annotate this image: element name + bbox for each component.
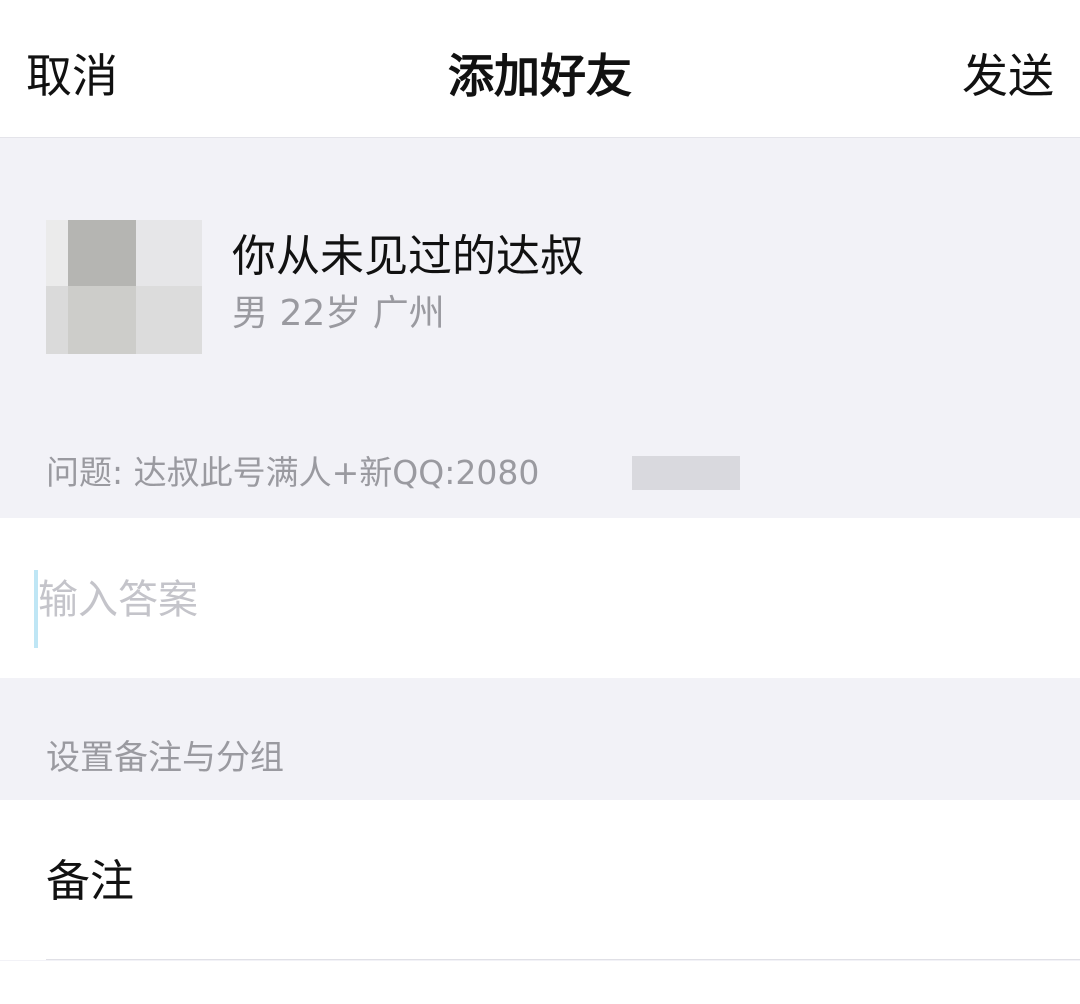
redaction-mask	[632, 456, 740, 490]
profile-meta: 男 22岁 广州	[232, 293, 445, 334]
verification-question: 问题: 达叔此号满人+新QQ:2080	[46, 453, 540, 492]
avatar[interactable]	[46, 220, 202, 354]
divider	[46, 959, 1080, 960]
list-row[interactable]	[0, 961, 1080, 1004]
page-title: 添加好友	[448, 49, 632, 103]
answer-input[interactable]	[38, 570, 1038, 630]
section-header-label: 设置备注与分组	[46, 738, 284, 778]
remark-label: 备注	[46, 856, 134, 907]
send-button[interactable]: 发送	[962, 46, 1054, 106]
answer-row	[0, 518, 1080, 678]
profile-name: 你从未见过的达叔	[232, 231, 584, 282]
navigation-bar: 取消 添加好友 发送	[0, 0, 1080, 138]
remark-row[interactable]: 备注	[0, 800, 1080, 960]
section-header: 设置备注与分组	[0, 678, 1080, 800]
profile-card: 你从未见过的达叔 男 22岁 广州 问题: 达叔此号满人+新QQ:2080	[0, 138, 1080, 518]
